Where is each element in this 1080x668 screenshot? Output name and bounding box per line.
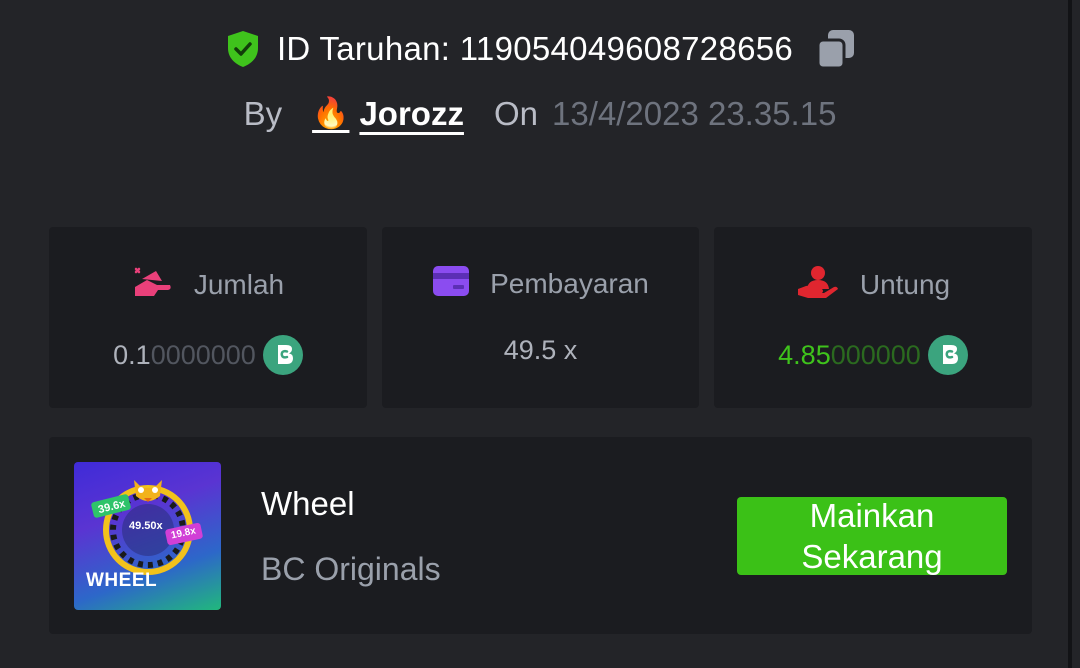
copy-icon[interactable]	[815, 27, 857, 71]
bet-amount-icon	[132, 265, 174, 304]
bet-author-row: By 🔥 Jorozz On 13/4/2023 23.35.15	[0, 92, 1080, 136]
bet-datetime: 13/4/2023 23.35.15	[551, 95, 837, 132]
fire-icon: 🔥	[312, 97, 350, 130]
play-now-label: Mainkan Sekarang	[801, 497, 943, 575]
bc-coin-icon	[927, 335, 968, 375]
amount-card: Jumlah 0.1 0000000	[49, 227, 367, 408]
verified-shield-icon	[223, 29, 263, 69]
bc-coin-icon	[262, 335, 303, 375]
payout-value: 49.5 x	[382, 335, 699, 366]
profit-title: Untung	[859, 268, 951, 300]
profit-hand-icon	[796, 265, 840, 304]
amount-value-main: 0.1	[113, 339, 151, 370]
user-link[interactable]: 🔥 Jorozz	[312, 95, 464, 133]
payout-card: Pembayaran 49.5 x	[382, 227, 699, 408]
on-label: On	[493, 95, 538, 132]
profit-value-trailing: 000000	[830, 339, 921, 370]
play-now-button[interactable]: Mainkan Sekarang	[737, 497, 1007, 575]
by-label: By	[243, 95, 283, 132]
payout-card-icon	[432, 265, 470, 302]
payout-multiplier: 49.5 x	[503, 335, 578, 365]
payout-title: Pembayaran	[490, 267, 649, 299]
game-panel: 39.6x 49.50x 19.8x WHEEL Wheel BC Origin…	[49, 437, 1032, 634]
profit-value-main: 4.85	[778, 339, 831, 370]
bet-id-row: ID Taruhan: 119054049608728656	[0, 26, 1080, 72]
bet-id: ID Taruhan: 119054049608728656	[276, 30, 794, 67]
game-thumbnail[interactable]: 39.6x 49.50x 19.8x WHEEL	[74, 462, 221, 610]
profit-value: 4.85 000000	[714, 335, 1032, 375]
profit-card: Untung 4.85 000000	[714, 227, 1032, 408]
amount-value: 0.1 0000000	[49, 335, 367, 375]
username: Jorozz	[359, 95, 464, 132]
game-name[interactable]: Wheel	[261, 485, 355, 523]
amount-value-trailing: 0000000	[150, 339, 256, 370]
thumb-title: WHEEL	[86, 570, 158, 591]
thumb-label-2: 49.50x	[129, 520, 163, 532]
game-provider: BC Originals	[261, 551, 441, 587]
amount-title: Jumlah	[193, 268, 285, 300]
